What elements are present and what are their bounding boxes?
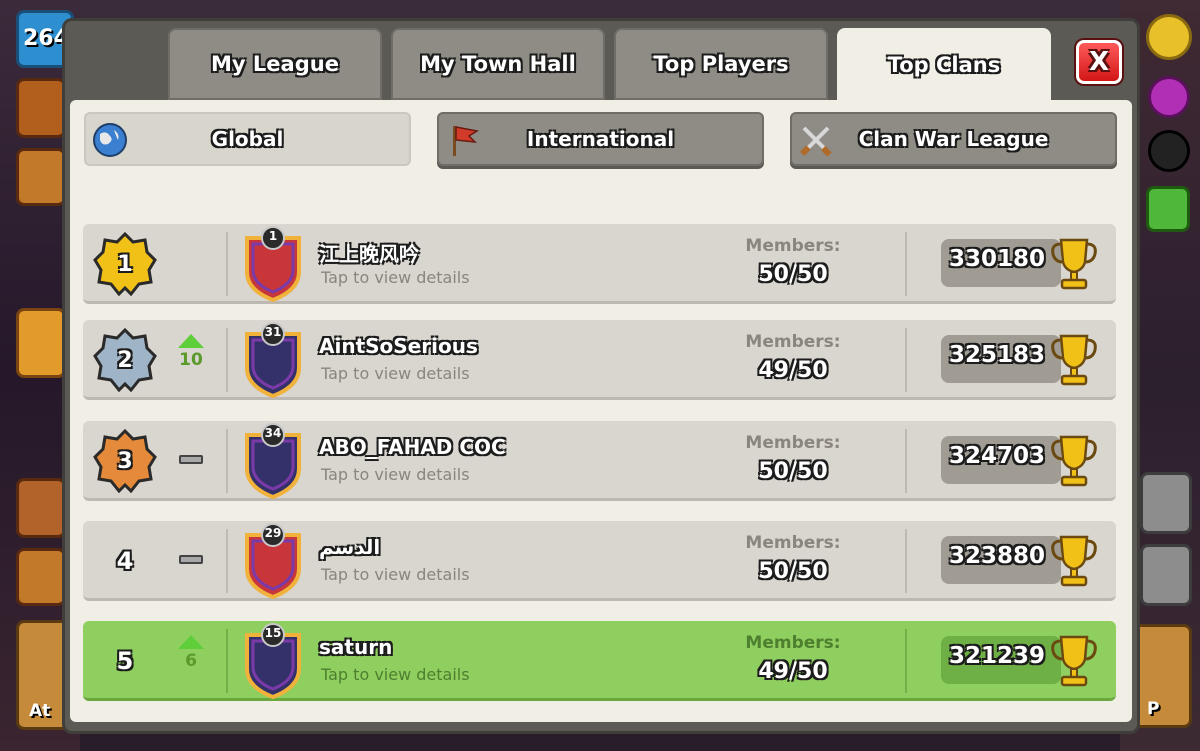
rank-number: 1: [117, 251, 133, 277]
rank-number: 3: [117, 448, 133, 474]
rank-change-value: 6: [185, 651, 197, 671]
clan-row[interactable]: 4 29 الدسم Tap to view details Members: …: [83, 521, 1116, 601]
gems-icon[interactable]: [1146, 186, 1190, 232]
rank-change: [171, 435, 211, 485]
members-count: 50/50: [758, 262, 828, 287]
rank-up-icon: [178, 334, 204, 348]
elixir-icon: [1148, 76, 1190, 118]
clan-trophies: 325183: [949, 342, 1046, 368]
filter-clan-war-league-label: Clan War League: [858, 127, 1049, 151]
clan-trophies: 324703: [949, 443, 1046, 469]
tab-top-clans[interactable]: Top Clans: [837, 28, 1051, 102]
row-divider: [905, 629, 907, 693]
rank-same-icon: [179, 555, 203, 564]
rank-change-value: 10: [179, 350, 203, 370]
news-icon[interactable]: [16, 148, 66, 206]
clan-name: saturn: [319, 635, 393, 659]
clan-name: ABO_FAHAD COC: [319, 435, 506, 459]
row-divider: [226, 629, 228, 693]
members-label: Members:: [745, 433, 841, 453]
tab-my-league[interactable]: My League: [168, 28, 382, 100]
globe-icon: [93, 123, 127, 157]
clan-trophies: 330180: [949, 246, 1046, 272]
filter-international-button[interactable]: International: [437, 112, 764, 166]
clan-name: الدسم: [319, 535, 381, 559]
rank-number: 5: [116, 647, 134, 675]
clan-level: 1: [268, 229, 278, 243]
rank-change: 10: [171, 334, 211, 384]
clan-details-hint: Tap to view details: [321, 465, 470, 484]
rank-change: 6: [171, 635, 211, 685]
settings-icon[interactable]: [1140, 544, 1192, 606]
clan-row[interactable]: 3 34 ABO_FAHAD COC Tap to view details M…: [83, 421, 1116, 501]
row-divider: [905, 328, 907, 392]
row-divider: [226, 529, 228, 593]
clan-row[interactable]: 5 6 15 saturn Tap to view details Member…: [83, 621, 1116, 701]
members-count: 49/50: [758, 358, 828, 383]
crossed-swords-icon: [800, 126, 832, 157]
clan-name: AintSoSerious: [319, 334, 478, 358]
tab-top-players[interactable]: Top Players: [614, 28, 828, 100]
rank-up-icon: [178, 635, 204, 649]
attack-label: At: [29, 701, 51, 721]
clan-level: 34: [264, 426, 282, 440]
edit-layout-icon[interactable]: [1140, 472, 1192, 534]
row-divider: [226, 429, 228, 493]
clan-trophies: 321239: [949, 643, 1046, 669]
members-label: Members:: [745, 633, 841, 653]
rank-change: [171, 535, 211, 585]
filter-global-label: Global: [211, 127, 284, 151]
close-button[interactable]: X: [1076, 40, 1122, 84]
clan-details-hint: Tap to view details: [321, 665, 470, 684]
shop-label: P: [1147, 699, 1160, 719]
rank-number: 2: [117, 347, 133, 373]
row-divider: [905, 232, 907, 296]
trophy-icon: [1051, 334, 1097, 386]
members-label: Members:: [745, 533, 841, 553]
members-count: 50/50: [758, 459, 828, 484]
gold-icon: [1146, 14, 1192, 60]
clan-level: 31: [264, 325, 282, 339]
clan-row[interactable]: 1 1 江上晚风吟 Tap to view details Members: 5…: [83, 224, 1116, 304]
flag-icon: [453, 126, 480, 156]
filter-international-label: International: [526, 127, 675, 151]
members-count: 49/50: [758, 659, 828, 684]
members-label: Members:: [745, 332, 841, 352]
trophy-icon: [1051, 238, 1097, 290]
trophy-icon: [1051, 435, 1097, 487]
clan-capital-icon[interactable]: [16, 78, 66, 138]
filter-global-button[interactable]: Global: [84, 112, 411, 166]
clan-level: 29: [264, 526, 282, 540]
clan-row[interactable]: 2 10 31 AintSoSerious Tap to view detail…: [83, 320, 1116, 400]
row-divider: [226, 328, 228, 392]
trophy-icon: [1051, 635, 1097, 687]
clan-details-hint: Tap to view details: [321, 565, 470, 584]
clan-war-icon[interactable]: [16, 478, 66, 538]
clan-trophies: 323880: [949, 543, 1046, 569]
trophy-icon: [1051, 535, 1097, 587]
row-divider: [905, 529, 907, 593]
builder-icon[interactable]: [16, 548, 66, 606]
clan-details-hint: Tap to view details: [321, 268, 470, 287]
rank-same-icon: [179, 455, 203, 464]
dark-elixir-icon: [1148, 130, 1190, 172]
row-divider: [226, 232, 228, 296]
clan-name: 江上晚风吟: [319, 242, 419, 266]
clan-level: 15: [264, 626, 282, 640]
clan-details-hint: Tap to view details: [321, 364, 470, 383]
shop-button[interactable]: P: [1132, 624, 1192, 728]
filter-clan-war-league-button[interactable]: Clan War League: [790, 112, 1117, 166]
members-label: Members:: [745, 236, 841, 256]
tab-my-town-hall[interactable]: My Town Hall: [391, 28, 605, 100]
chat-icon[interactable]: [16, 308, 66, 378]
row-divider: [905, 429, 907, 493]
rank-number: 4: [116, 547, 134, 575]
members-count: 50/50: [758, 559, 828, 584]
